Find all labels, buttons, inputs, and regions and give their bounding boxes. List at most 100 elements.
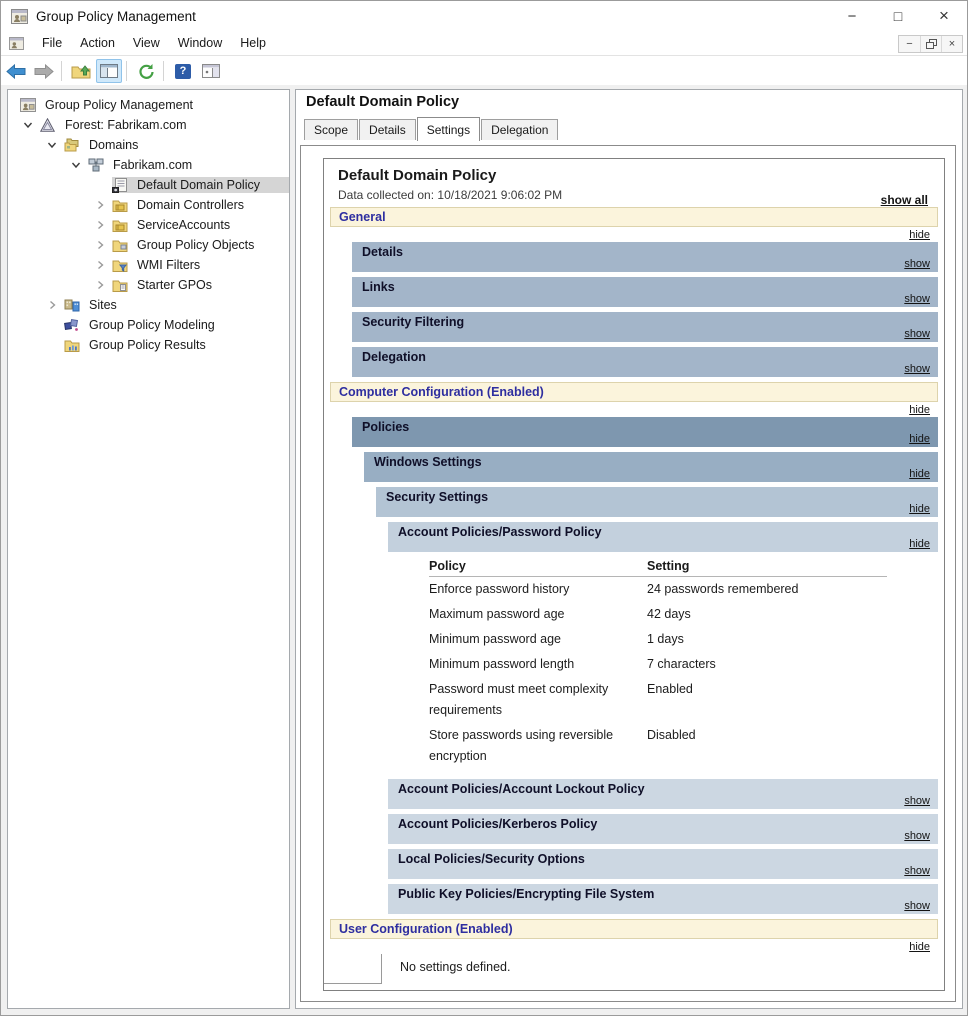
section-efs-title: Public Key Policies/Encrypting File Syst… <box>398 887 655 901</box>
section-account-lockout-toggle-link[interactable]: show <box>904 795 930 807</box>
section-account-lockout-title: Account Policies/Account Lockout Policy <box>398 782 645 796</box>
section-general: General hide <box>330 207 938 241</box>
tree-item-group-policy-modeling[interactable]: Group Policy Modeling <box>8 315 289 335</box>
table-row: Password must meet complexity requiremen… <box>429 677 887 723</box>
tree-item-starter-gpos[interactable]: Starter GPOs <box>8 275 289 295</box>
tab-settings[interactable]: Settings <box>416 117 481 141</box>
no-settings-text: No settings defined. <box>400 960 511 974</box>
section-links-title: Links <box>362 280 395 294</box>
minimize-button[interactable]: − <box>829 1 875 31</box>
menu-bar: File Action View Window Help − × <box>1 31 967 56</box>
up-folder-icon[interactable] <box>68 59 94 83</box>
setting-cell: 7 characters <box>647 657 716 671</box>
console-icon-small <box>9 36 24 50</box>
policy-cell: Store passwords using reversible encrypt… <box>429 728 614 763</box>
menu-file[interactable]: File <box>42 36 62 50</box>
tree-item-fabrikam-domain[interactable]: Fabrikam.com <box>8 155 289 175</box>
chevron-down-icon[interactable] <box>64 157 88 173</box>
password-policy-table: Policy Setting Enforce password history … <box>429 557 887 769</box>
tree-item-forest[interactable]: Forest: Fabrikam.com <box>8 115 289 135</box>
tree-item-serviceaccounts[interactable]: ServiceAccounts <box>8 215 289 235</box>
chevron-right-icon[interactable] <box>88 277 112 293</box>
section-computer-configuration-title: Computer Configuration (Enabled) <box>330 382 938 402</box>
wmi-filter-icon <box>112 257 132 273</box>
console-tree-toggle-icon[interactable] <box>96 59 122 83</box>
menu-help[interactable]: Help <box>240 36 266 50</box>
section-efs-toggle-link[interactable]: show <box>904 900 930 912</box>
menu-action[interactable]: Action <box>80 36 115 50</box>
section-delegation-title: Delegation <box>362 350 426 364</box>
section-security-filtering-toggle-link[interactable]: show <box>904 328 930 340</box>
section-windows-settings-toggle-link[interactable]: hide <box>909 468 930 480</box>
refresh-icon[interactable] <box>133 59 159 83</box>
console-icon <box>11 8 28 24</box>
results-icon <box>64 337 84 353</box>
setting-cell: 1 days <box>647 632 684 646</box>
section-account-lockout: Account Policies/Account Lockout Policy … <box>388 779 938 809</box>
table-header-policy: Policy <box>429 557 647 577</box>
sites-icon <box>64 297 84 313</box>
chevron-right-icon[interactable] <box>88 257 112 273</box>
chevron-right-icon[interactable] <box>88 217 112 233</box>
show-all-link[interactable]: show all <box>881 193 928 207</box>
section-security-settings-title: Security Settings <box>386 490 489 504</box>
section-windows-settings: Windows Settings hide <box>364 452 938 482</box>
tree-item-group-policy-objects[interactable]: Group Policy Objects <box>8 235 289 255</box>
gpo-icon <box>112 177 132 193</box>
section-details-toggle-link[interactable]: show <box>904 258 930 270</box>
tree-item-sites[interactable]: Sites <box>8 295 289 315</box>
section-user-configuration: User Configuration (Enabled) hide <box>330 919 938 953</box>
section-general-toggle-link[interactable]: hide <box>909 229 930 241</box>
console-icon <box>20 97 40 113</box>
chevron-down-icon[interactable] <box>40 137 64 153</box>
report-gutter-cell <box>324 954 382 984</box>
tree-item-domain-controllers[interactable]: Domain Controllers <box>8 195 289 215</box>
section-policies-toggle-link[interactable]: hide <box>909 433 930 445</box>
chevron-right-icon[interactable] <box>88 237 112 253</box>
tree-item-label: Forest: Fabrikam.com <box>65 118 187 132</box>
forward-icon[interactable] <box>31 59 57 83</box>
action-pane-icon[interactable] <box>198 59 224 83</box>
section-password-policy: Account Policies/Password Policy hide <box>388 522 938 552</box>
console-tree: Group Policy Management Forest: Fabrikam… <box>8 90 289 355</box>
tree-item-domains[interactable]: Domains <box>8 135 289 155</box>
back-icon[interactable] <box>3 59 29 83</box>
menu-window[interactable]: Window <box>178 36 222 50</box>
section-security-settings-toggle-link[interactable]: hide <box>909 503 930 515</box>
chevron-down-icon[interactable] <box>16 117 40 133</box>
gpo-settings-report: Default Domain Policy Data collected on:… <box>323 158 945 991</box>
starter-gpo-icon <box>112 277 132 293</box>
section-security-options-toggle-link[interactable]: show <box>904 865 930 877</box>
mdi-restore-button[interactable] <box>920 36 941 52</box>
table-row: Minimum password length 7 characters <box>429 652 887 677</box>
tree-item-group-policy-management[interactable]: Group Policy Management <box>8 95 289 115</box>
modeling-icon <box>64 317 84 333</box>
domains-icon <box>64 137 84 153</box>
tree-item-default-domain-policy[interactable]: Default Domain Policy <box>8 175 289 195</box>
mdi-minimize-button[interactable]: − <box>899 36 920 52</box>
close-button[interactable]: × <box>921 1 967 31</box>
section-user-configuration-toggle-link[interactable]: hide <box>909 941 930 953</box>
section-kerberos-title: Account Policies/Kerberos Policy <box>398 817 598 831</box>
section-computer-configuration-toggle-link[interactable]: hide <box>909 404 930 416</box>
tree-item-group-policy-results[interactable]: Group Policy Results <box>8 335 289 355</box>
section-details: Details show <box>352 242 938 272</box>
chevron-right-icon[interactable] <box>40 297 64 313</box>
tab-details[interactable]: Details <box>359 119 416 140</box>
section-general-title: General <box>330 207 938 227</box>
section-policies-title: Policies <box>362 420 410 434</box>
chevron-right-icon[interactable] <box>88 197 112 213</box>
section-kerberos-toggle-link[interactable]: show <box>904 830 930 842</box>
setting-cell: 42 days <box>647 607 691 621</box>
help-icon[interactable]: ? <box>170 59 196 83</box>
section-password-policy-toggle-link[interactable]: hide <box>909 538 930 550</box>
section-links-toggle-link[interactable]: show <box>904 293 930 305</box>
mdi-close-button[interactable]: × <box>941 36 962 52</box>
menu-view[interactable]: View <box>133 36 160 50</box>
tree-item-wmi-filters[interactable]: WMI Filters <box>8 255 289 275</box>
tab-delegation[interactable]: Delegation <box>481 119 559 140</box>
section-delegation-toggle-link[interactable]: show <box>904 363 930 375</box>
tab-scope[interactable]: Scope <box>304 119 359 140</box>
maximize-button[interactable]: □ <box>875 1 921 31</box>
